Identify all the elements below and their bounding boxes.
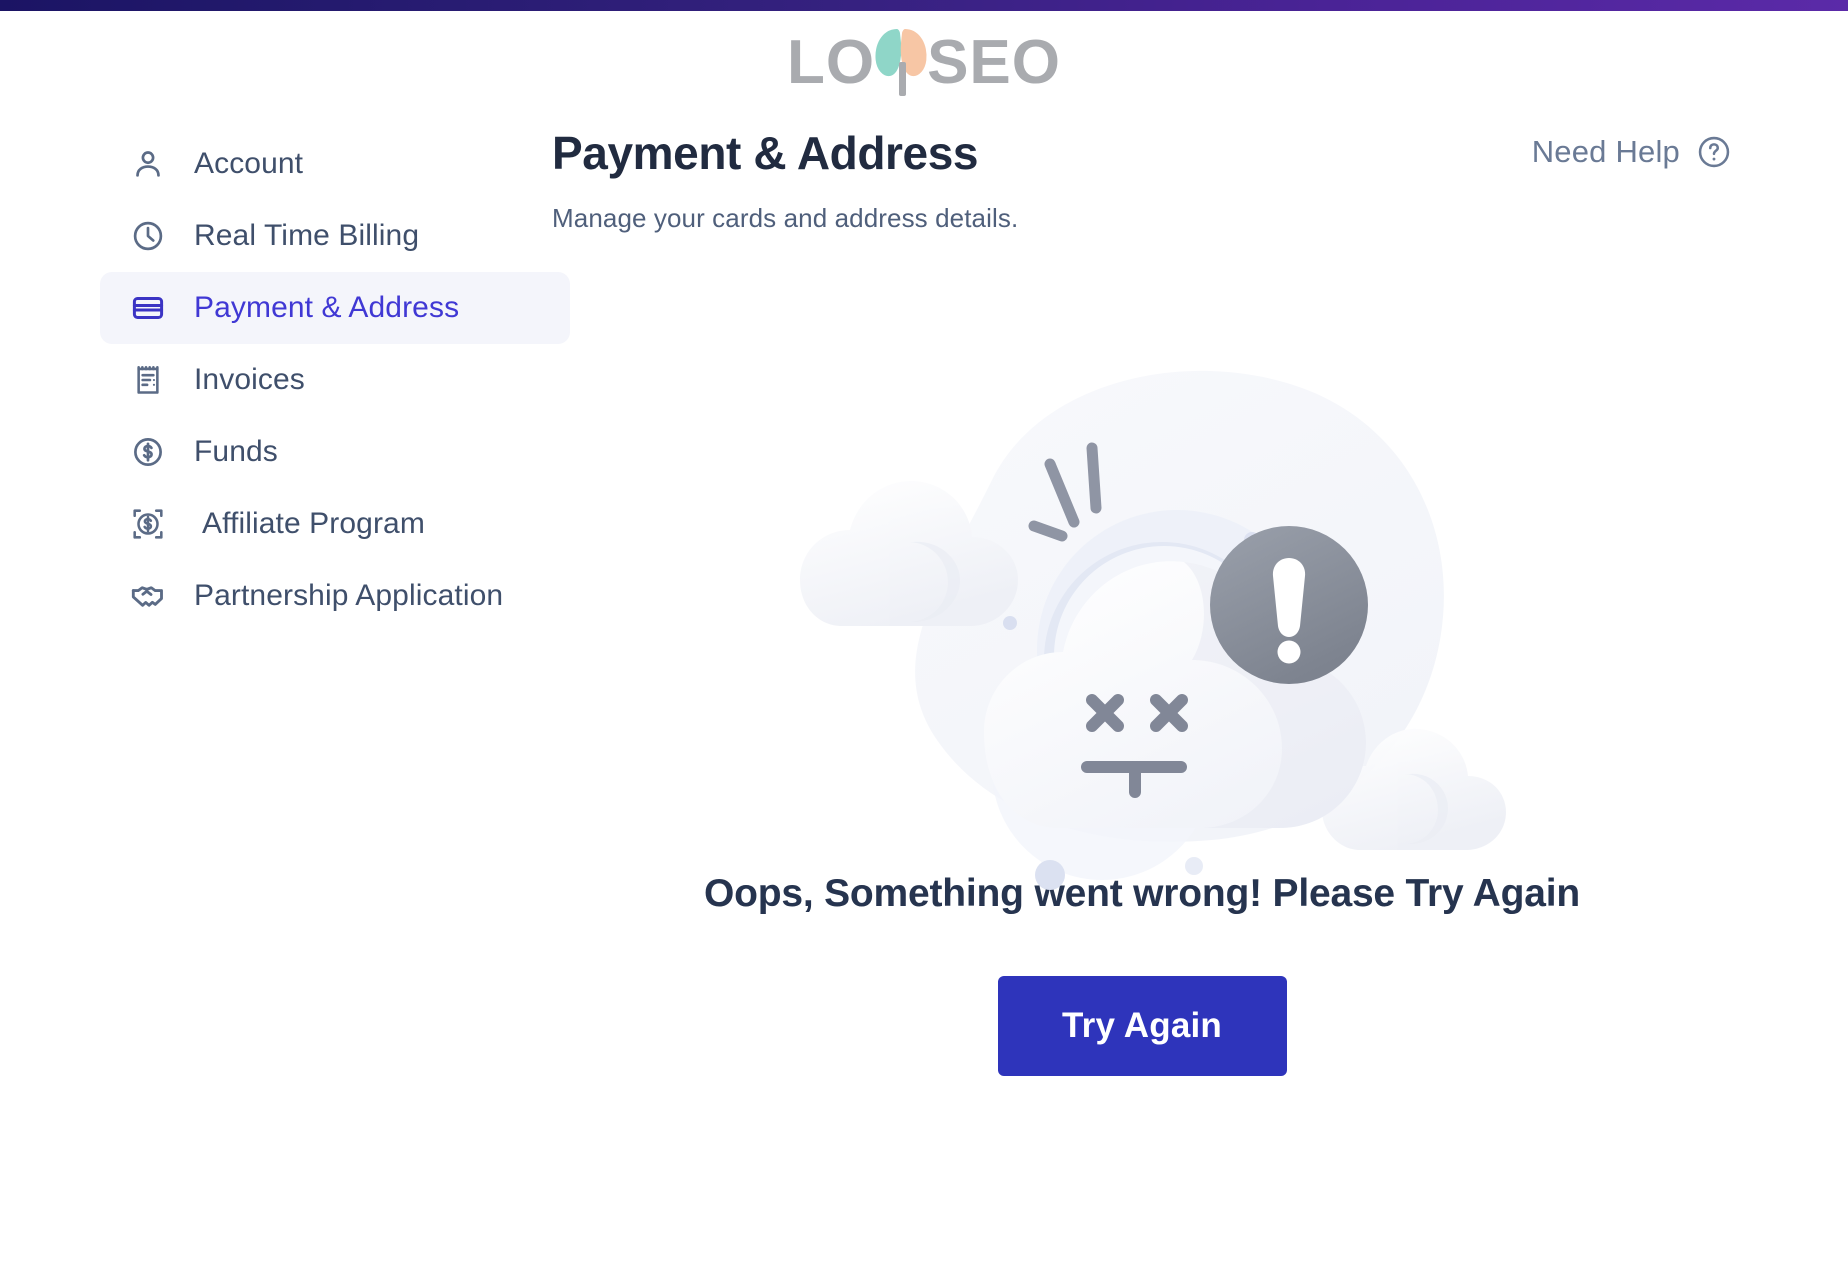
brand-logo[interactable]: LO SEO <box>0 24 1848 102</box>
clock-icon <box>128 216 168 256</box>
sidebar-item-funds[interactable]: Funds <box>100 416 570 488</box>
sidebar-item-real-time-billing[interactable]: Real Time Billing <box>100 200 570 272</box>
dollar-circle-icon <box>128 432 168 472</box>
sidebar-item-affiliate-program[interactable]: Affiliate Program <box>100 488 570 560</box>
need-help-label: Need Help <box>1531 134 1680 169</box>
broken-cloud-error-icon <box>762 330 1522 890</box>
sidebar-item-label: Payment & Address <box>194 291 460 325</box>
logo-text-right: SEO <box>927 28 1062 97</box>
logo-y-mark-icon <box>872 28 930 96</box>
sidebar-item-label: Affiliate Program <box>202 507 425 541</box>
app-page: LO SEO Account Real Time Billing Payment… <box>0 0 1848 1282</box>
sidebar-item-invoices[interactable]: Invoices <box>100 344 570 416</box>
credit-card-icon <box>128 288 168 328</box>
error-state-panel: Oops, Something went wrong! Please Try A… <box>552 330 1732 1076</box>
sidebar-item-label: Real Time Billing <box>194 219 420 253</box>
main-content-header: Payment & Address Manage your cards and … <box>552 128 1732 234</box>
handshake-icon <box>128 576 168 616</box>
page-title: Payment & Address <box>552 127 979 179</box>
user-icon <box>128 144 168 184</box>
top-accent-bar <box>0 0 1848 11</box>
sidebar-item-partnership-application[interactable]: Partnership Application <box>100 560 570 632</box>
try-again-button[interactable]: Try Again <box>997 976 1287 1076</box>
need-help-link[interactable]: Need Help <box>1532 134 1732 170</box>
sidebar-item-account[interactable]: Account <box>100 128 570 200</box>
page-heading-block: Payment & Address Manage your cards and … <box>552 128 1018 234</box>
sidebar-item-label: Invoices <box>194 363 305 397</box>
sidebar-item-label: Funds <box>194 435 278 469</box>
sidebar-item-label: Account <box>194 147 304 181</box>
page-subtitle: Manage your cards and address details. <box>552 202 1019 233</box>
logo-text-left: LO <box>786 28 876 97</box>
sidebar-item-label: Partnership Application <box>194 579 504 613</box>
settings-sidebar: Account Real Time Billing Payment & Addr… <box>100 128 570 632</box>
question-circle-icon[interactable] <box>1696 134 1732 170</box>
dollar-target-icon <box>128 504 168 544</box>
receipt-icon <box>128 360 168 400</box>
sidebar-item-payment-address[interactable]: Payment & Address <box>100 272 570 344</box>
